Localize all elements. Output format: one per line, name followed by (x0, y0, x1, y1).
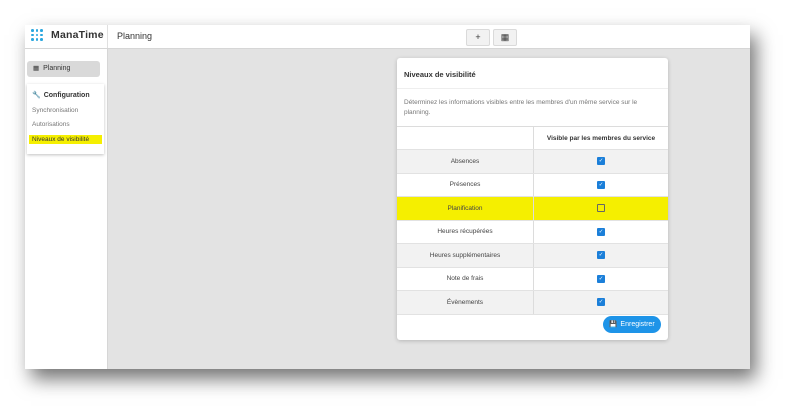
header-empty-cell (397, 127, 534, 149)
card-title: Niveaux de visibilité (404, 70, 476, 79)
sidebar-item-autorisations[interactable]: Autorisations (32, 121, 70, 128)
visibility-checkbox[interactable] (597, 204, 605, 213)
add-button[interactable]: + (466, 29, 490, 46)
visibility-checkbox[interactable]: ✓ (597, 274, 605, 283)
sidebar-item-label: Planning (43, 65, 71, 72)
visibility-checkbox[interactable]: ✓ (597, 180, 605, 189)
table-row: Planification (397, 197, 668, 221)
column-header: Visible par les membres du service (546, 134, 656, 142)
table-row: Heures supplémentaires ✓ (397, 244, 668, 268)
table-row: Absences ✓ (397, 150, 668, 174)
visibility-cell: ✓ (534, 174, 668, 197)
calendar-button[interactable]: ▦ (493, 29, 517, 46)
calendar-icon: ▦ (33, 65, 40, 72)
visibility-cell: ✓ (534, 150, 668, 173)
visibility-checkbox[interactable]: ✓ (597, 251, 605, 260)
save-button[interactable]: 💾 Enregistrer (603, 316, 661, 333)
visibility-card: Niveaux de visibilité Déterminez les inf… (397, 58, 668, 340)
sidebar-item-synchronisation[interactable]: Synchronisation (32, 107, 78, 114)
visibility-cell (534, 197, 668, 220)
configuration-menu: 🔧 Configuration Synchronisation Autorisat… (27, 84, 104, 154)
visibility-cell: ✓ (534, 291, 668, 314)
row-label: Heures récupérées (397, 220, 534, 243)
page-title: Planning (117, 31, 153, 41)
topbar-divider (107, 25, 108, 48)
table-row: Évènements ✓ (397, 291, 668, 315)
table-row: Heures récupérées ✓ (397, 220, 668, 244)
logo[interactable]: ManaTime (31, 29, 104, 41)
visibility-checkbox[interactable]: ✓ (597, 298, 605, 307)
visibility-cell: ✓ (534, 244, 668, 267)
divider (397, 88, 668, 89)
save-button-label: Enregistrer (620, 321, 655, 328)
sidebar-item-planning[interactable]: ▦ Planning (27, 61, 100, 77)
row-label: Note de frais (397, 267, 534, 290)
app-name: ManaTime (51, 29, 104, 41)
save-icon: 💾 (609, 321, 618, 328)
card-description: Déterminez les informations visibles ent… (404, 99, 638, 116)
table-row: Présences ✓ (397, 173, 668, 197)
visibility-cell: ✓ (534, 268, 668, 291)
row-label: Planification (397, 197, 534, 220)
configuration-title: 🔧 Configuration (32, 91, 90, 99)
sidebar: ▦ Planning 🔧 Configuration Synchronisation… (25, 49, 108, 369)
app-window: ManaTime Planning + ▦ ▦ Planning 🔧 Configu… (25, 25, 750, 369)
top-bar: ManaTime Planning + ▦ (25, 25, 750, 49)
visibility-checkbox[interactable]: ✓ (597, 227, 605, 236)
logo-grid-icon (31, 29, 43, 41)
wrench-icon: 🔧 (32, 92, 41, 99)
row-label: Présences (397, 173, 534, 196)
table-header-row: Visible par les membres du service (397, 127, 668, 150)
visibility-cell: ✓ (534, 221, 668, 244)
plus-icon: + (475, 32, 481, 42)
row-label: Heures supplémentaires (397, 244, 534, 267)
row-label: Absences (397, 150, 534, 173)
row-label: Évènements (397, 291, 534, 314)
configuration-title-label: Configuration (43, 92, 90, 99)
sidebar-item-niveaux-de-visibilite[interactable]: Niveaux de visibilité (29, 135, 102, 144)
calendar-icon: ▦ (500, 32, 510, 42)
visibility-table: Visible par les membres du service Absen… (397, 126, 668, 315)
visibility-checkbox[interactable]: ✓ (597, 157, 605, 166)
table-row: Note de frais ✓ (397, 267, 668, 291)
